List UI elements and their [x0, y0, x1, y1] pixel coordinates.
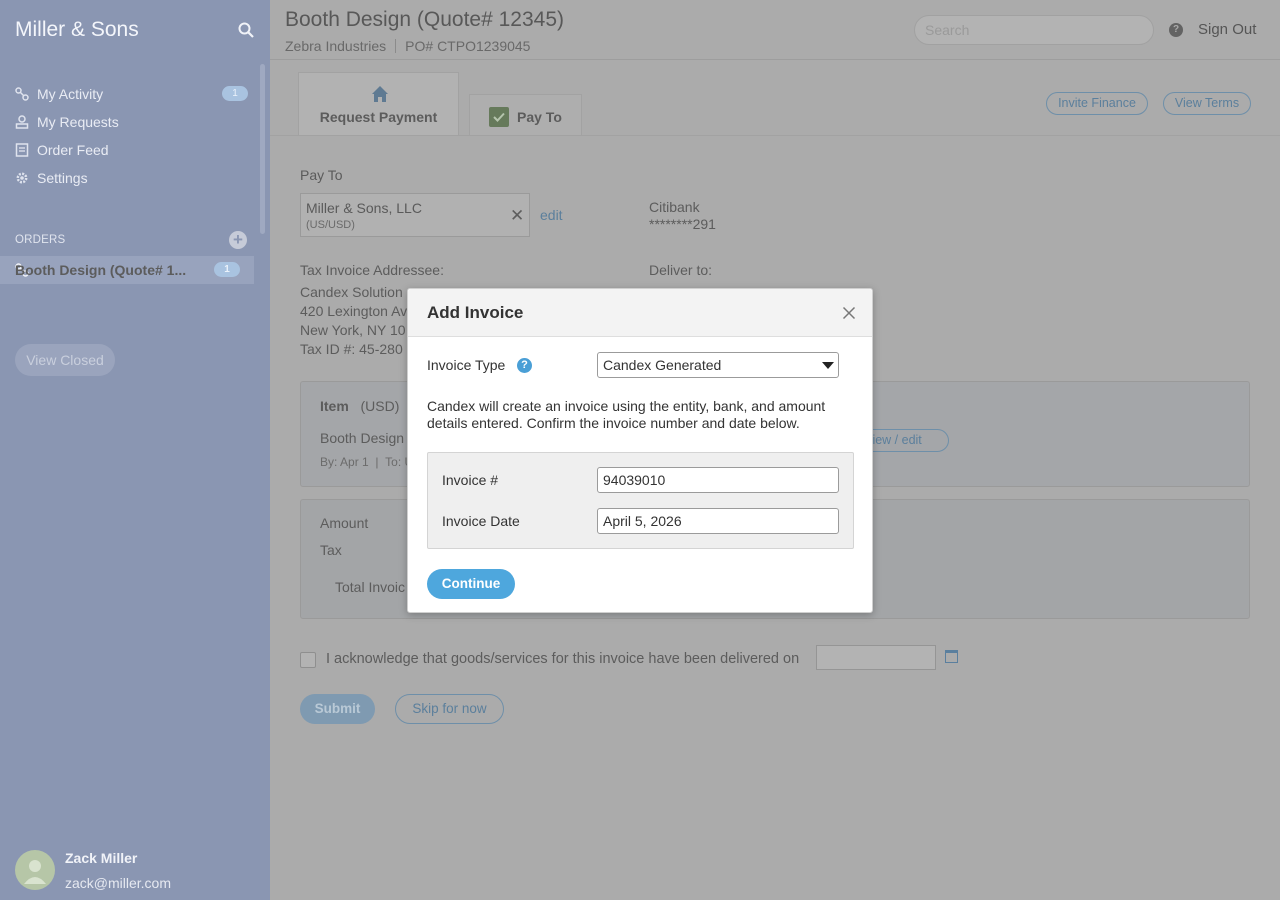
addressee-line: Candex Solution: [300, 284, 403, 300]
pay-to-field[interactable]: Miller & Sons, LLC (US/USD) ✕: [300, 193, 530, 237]
sidebar-item-label: Settings: [37, 170, 88, 186]
add-icon[interactable]: +: [229, 231, 247, 249]
invoice-number-label: Invoice #: [442, 472, 499, 488]
sidebar-order-label: Booth Design (Quote# 1...: [15, 262, 187, 278]
app-title: Miller & Sons: [15, 18, 139, 41]
sidebar-order-item[interactable]: Booth Design (Quote# 1... 1: [0, 256, 254, 284]
sidebar-item-order-feed[interactable]: Order Feed: [0, 136, 262, 164]
user-email: zack@miller.com: [65, 875, 172, 891]
invoice-type-label: Invoice Type: [427, 357, 506, 373]
invoice-details-group: Invoice # Invoice Date: [427, 452, 854, 549]
tax-label: Tax: [320, 542, 342, 558]
help-icon[interactable]: ?: [1169, 23, 1183, 37]
header-divider: [270, 59, 1280, 60]
orders-heading: ORDERS: [15, 234, 66, 246]
sidebar-nav: My Activity 1 My Requests Order Feed Set…: [0, 80, 262, 192]
po-number: PO# CTPO1239045: [405, 38, 531, 54]
home-icon: [372, 86, 388, 102]
pay-to-label: Pay To: [300, 167, 343, 183]
tabs-divider: [270, 135, 1280, 136]
skip-button[interactable]: Skip for now: [395, 694, 504, 724]
order-count-badge: 1: [214, 262, 240, 277]
search-input[interactable]: Search: [914, 15, 1154, 45]
tab-request-payment[interactable]: Request Payment: [298, 72, 459, 136]
acknowledge-text: I acknowledge that goods/services for th…: [326, 651, 800, 667]
invite-finance-button[interactable]: Invite Finance: [1046, 92, 1148, 115]
requests-icon: [15, 115, 29, 129]
delivery-date-input[interactable]: [816, 645, 936, 670]
activity-icon: [15, 87, 29, 101]
sign-out-link[interactable]: Sign Out: [1198, 21, 1256, 38]
amount-label: Amount: [320, 515, 369, 531]
invoice-number-input[interactable]: [597, 467, 839, 493]
item-name: Booth Design: [320, 430, 405, 446]
page-title: Booth Design (Quote# 12345): [285, 8, 565, 31]
item-heading: Item (USD): [320, 398, 400, 414]
sidebar-item-settings[interactable]: Settings: [0, 164, 262, 192]
divider: [395, 39, 397, 53]
tab-label: Request Payment: [319, 109, 438, 125]
invoice-date-label: Invoice Date: [442, 513, 520, 529]
modal-header: Add Invoice: [408, 289, 872, 337]
add-invoice-modal: Add Invoice Invoice Type ? Candex Genera…: [407, 288, 873, 613]
bank-account: ********291: [649, 216, 716, 232]
calendar-icon[interactable]: [945, 650, 958, 663]
clear-icon[interactable]: ✕: [510, 206, 524, 226]
sidebar-item-my-requests[interactable]: My Requests: [0, 108, 262, 136]
submit-button[interactable]: Submit: [300, 694, 375, 724]
modal-title: Add Invoice: [427, 303, 524, 322]
breadcrumb: Zebra Industries PO# CTPO1239045: [285, 38, 530, 54]
user-name: Zack Miller: [65, 850, 138, 866]
close-icon[interactable]: [840, 304, 858, 322]
sidebar-item-my-activity[interactable]: My Activity 1: [0, 80, 262, 108]
sidebar-item-label: Order Feed: [37, 142, 109, 158]
addressee-line: 420 Lexington Av: [300, 303, 408, 319]
company-name: Zebra Industries: [285, 38, 387, 54]
check-icon: [489, 107, 509, 127]
order-feed-icon: [15, 143, 29, 157]
activity-count-badge: 1: [222, 86, 248, 101]
invoice-date-input[interactable]: [597, 508, 839, 534]
invoice-type-value: Candex Generated: [603, 357, 722, 373]
acknowledge-checkbox[interactable]: [300, 652, 316, 668]
continue-button[interactable]: Continue: [427, 569, 515, 599]
avatar: [15, 850, 55, 890]
sidebar-item-label: My Requests: [37, 114, 119, 130]
addressee-line: New York, NY 10: [300, 322, 406, 338]
deliver-to-label: Deliver to:: [649, 262, 713, 278]
addressee-line: Tax ID #: 45-280: [300, 341, 403, 357]
invoice-description: Candex will create an invoice using the …: [427, 398, 826, 431]
sidebar-item-label: My Activity: [37, 86, 104, 102]
total-label: Total Invoic: [335, 579, 406, 595]
chevron-down-icon: [822, 362, 834, 369]
payee-currency: (US/USD): [306, 219, 355, 231]
tab-label: Pay To: [517, 109, 562, 125]
invoice-type-select[interactable]: Candex Generated: [597, 352, 839, 378]
view-closed-button[interactable]: View Closed: [15, 344, 115, 376]
addressee-label: Tax Invoice Addressee:: [300, 262, 444, 278]
view-terms-button[interactable]: View Terms: [1163, 92, 1251, 115]
help-icon[interactable]: ?: [517, 358, 532, 373]
edit-pay-to-link[interactable]: edit: [540, 207, 563, 223]
settings-icon: [15, 171, 29, 185]
payee-name: Miller & Sons, LLC: [306, 200, 422, 216]
tab-pay-to[interactable]: Pay To: [469, 94, 582, 136]
sidebar-scrollbar[interactable]: [260, 64, 265, 234]
search-icon[interactable]: [238, 22, 254, 38]
item-meta: By: Apr 1 | To: U: [320, 455, 414, 469]
bank-name: Citibank: [649, 199, 700, 215]
sidebar: Miller & Sons My Activity 1 My Requests …: [0, 0, 270, 900]
